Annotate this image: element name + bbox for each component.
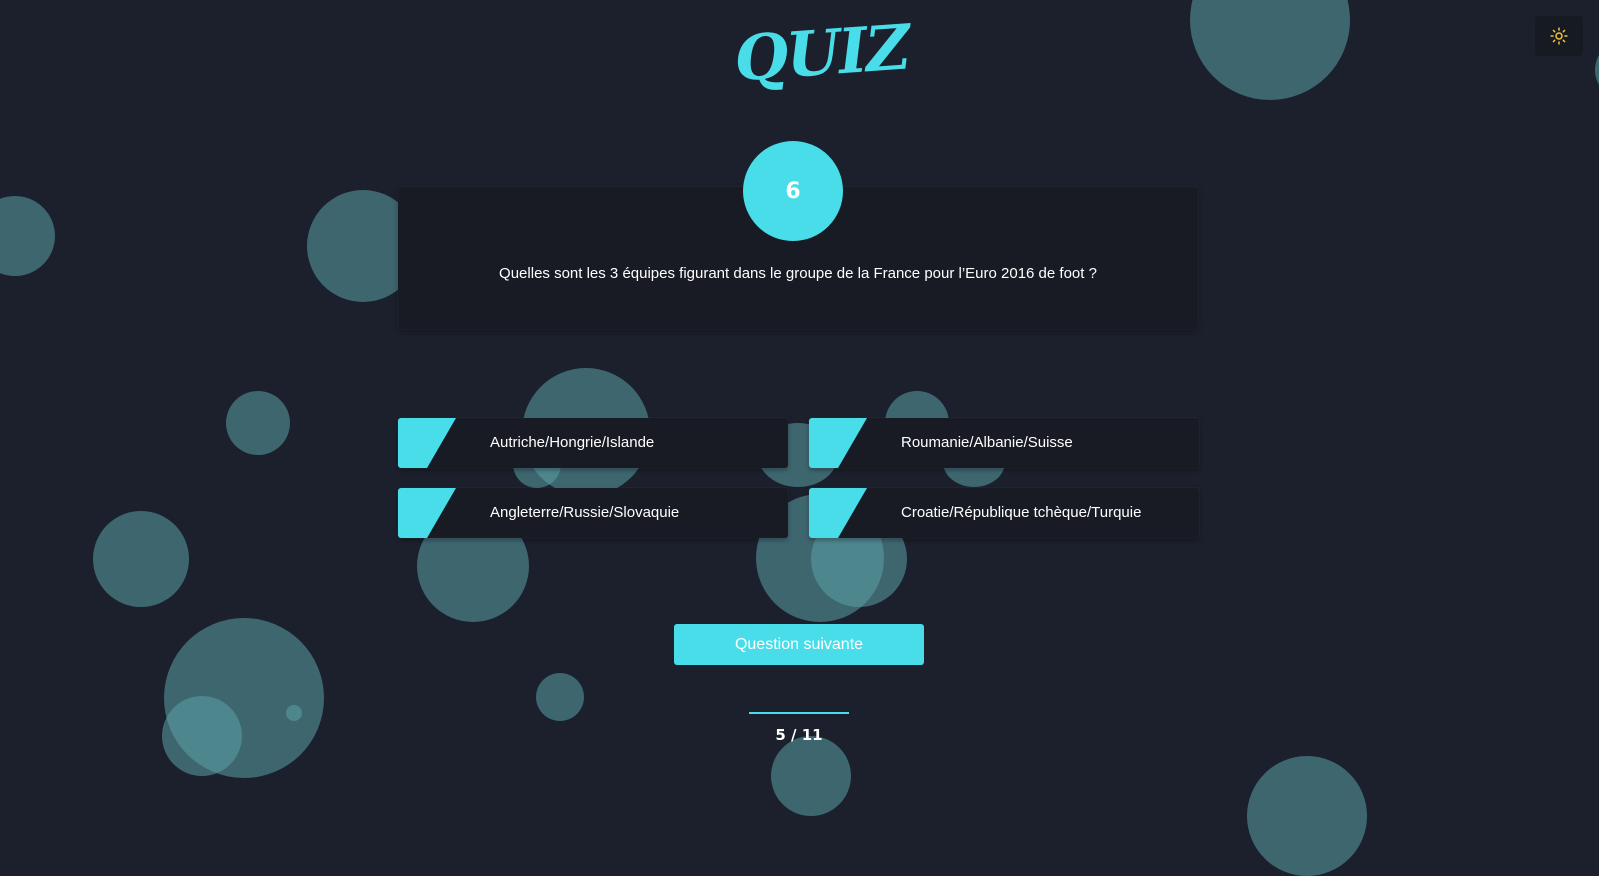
background-bubble — [0, 196, 55, 276]
answer-marker — [398, 418, 456, 468]
answer-marker — [809, 418, 867, 468]
question-number-badge: 6 — [743, 141, 843, 241]
background-bubble — [1247, 756, 1367, 876]
background-bubble — [164, 618, 324, 778]
answer-option[interactable]: Autriche/Hongrie/Islande — [398, 418, 788, 468]
background-bubble — [286, 705, 302, 721]
answer-label: Angleterre/Russie/Slovaquie — [490, 504, 680, 521]
background-bubble — [1595, 40, 1599, 100]
theme-toggle-button[interactable] — [1535, 16, 1583, 56]
progress-counter: 5 / 11 — [775, 726, 823, 744]
background-bubble — [1190, 0, 1350, 100]
next-question-button[interactable]: Question suivante — [674, 624, 924, 665]
background-bubble — [536, 673, 584, 721]
answer-option[interactable]: Croatie/République tchèque/Turquie — [809, 488, 1199, 538]
answer-marker — [398, 488, 456, 538]
quiz-logo: QUIZ — [731, 10, 911, 96]
background-bubble — [771, 736, 851, 816]
answer-option[interactable]: Angleterre/Russie/Slovaquie — [398, 488, 788, 538]
sun-icon — [1550, 27, 1568, 45]
background-bubble — [226, 391, 290, 455]
question-text: Quelles sont les 3 équipes figurant dans… — [499, 265, 1097, 282]
answer-option[interactable]: Roumanie/Albanie/Suisse — [809, 418, 1199, 468]
answer-label: Croatie/République tchèque/Turquie — [901, 504, 1142, 521]
answer-marker — [809, 488, 867, 538]
background-bubble — [93, 511, 189, 607]
background-bubble — [162, 696, 242, 776]
progress-divider — [749, 712, 849, 714]
answer-label: Autriche/Hongrie/Islande — [490, 434, 655, 451]
answer-label: Roumanie/Albanie/Suisse — [901, 434, 1073, 451]
